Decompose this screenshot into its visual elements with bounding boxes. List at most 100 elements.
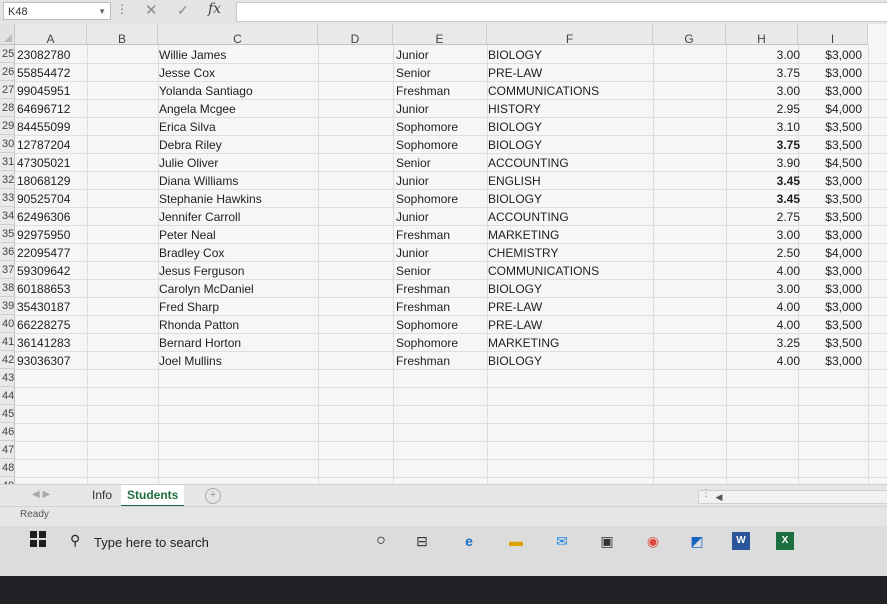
photos-icon[interactable]: ◩ bbox=[688, 532, 706, 550]
cortana-icon[interactable]: ○ bbox=[372, 532, 390, 550]
tab-scroll-icon[interactable]: ◀ ▶ bbox=[32, 489, 50, 500]
more-options-icon[interactable]: ⋮ bbox=[116, 2, 128, 16]
row-header[interactable]: 37 bbox=[0, 261, 15, 279]
cell-e[interactable]: Sophomore bbox=[396, 136, 486, 154]
cell-c[interactable]: Willie James bbox=[159, 46, 339, 64]
row-header[interactable]: 32 bbox=[0, 171, 15, 189]
cell-a[interactable]: 60188653 bbox=[15, 280, 102, 298]
column-header-e[interactable]: E bbox=[393, 24, 487, 46]
cell-a[interactable]: 55854472 bbox=[15, 64, 102, 82]
row-header[interactable]: 49 bbox=[0, 477, 15, 484]
chrome-icon[interactable]: ◉ bbox=[644, 532, 662, 550]
cell-a[interactable]: 92975950 bbox=[15, 226, 102, 244]
cell-h[interactable]: 4.00 bbox=[728, 262, 800, 280]
cell-i[interactable]: $4,000 bbox=[800, 244, 862, 262]
cell-f[interactable]: ACCOUNTING bbox=[488, 154, 658, 172]
cell-e[interactable]: Freshman bbox=[396, 82, 486, 100]
cell-f[interactable]: BIOLOGY bbox=[488, 352, 658, 370]
cell-a[interactable]: 84455099 bbox=[15, 118, 102, 136]
cell-c[interactable]: Stephanie Hawkins bbox=[159, 190, 339, 208]
cell-c[interactable]: Debra Riley bbox=[159, 136, 339, 154]
row-header[interactable]: 39 bbox=[0, 297, 15, 315]
row-header[interactable]: 42 bbox=[0, 351, 15, 369]
cell-h[interactable]: 3.00 bbox=[728, 280, 800, 298]
cell-a[interactable]: 36141283 bbox=[15, 334, 102, 352]
windows-start-icon[interactable] bbox=[30, 531, 46, 547]
cell-c[interactable]: Julie Oliver bbox=[159, 154, 339, 172]
scroll-left-icon[interactable]: ◀ bbox=[713, 491, 725, 503]
cell-f[interactable]: COMMUNICATIONS bbox=[488, 262, 658, 280]
cell-a[interactable]: 64696712 bbox=[15, 100, 102, 118]
cell-e[interactable]: Sophomore bbox=[396, 334, 486, 352]
cell-h[interactable]: 4.00 bbox=[728, 352, 800, 370]
confirm-edit-icon[interactable]: ✓ bbox=[177, 2, 189, 19]
cell-c[interactable]: Erica Silva bbox=[159, 118, 339, 136]
store-icon[interactable]: ▣ bbox=[598, 532, 616, 550]
cell-f[interactable]: BIOLOGY bbox=[488, 46, 658, 64]
cell-c[interactable]: Rhonda Patton bbox=[159, 316, 339, 334]
cell-e[interactable]: Freshman bbox=[396, 280, 486, 298]
cell-f[interactable]: BIOLOGY bbox=[488, 136, 658, 154]
row-header[interactable]: 40 bbox=[0, 315, 15, 333]
row-header[interactable]: 36 bbox=[0, 243, 15, 261]
cell-h[interactable]: 3.00 bbox=[728, 226, 800, 244]
column-header-d[interactable]: D bbox=[318, 24, 393, 46]
cell-h[interactable]: 3.10 bbox=[728, 118, 800, 136]
cell-e[interactable]: Senior bbox=[396, 64, 486, 82]
cell-e[interactable]: Freshman bbox=[396, 298, 486, 316]
row-header[interactable]: 28 bbox=[0, 99, 15, 117]
cell-h[interactable]: 3.90 bbox=[728, 154, 800, 172]
cell-a[interactable]: 22095477 bbox=[15, 244, 102, 262]
row-header[interactable]: 27 bbox=[0, 81, 15, 99]
cell-h[interactable]: 2.95 bbox=[728, 100, 800, 118]
cell-h[interactable]: 3.75 bbox=[728, 136, 800, 154]
mail-icon[interactable]: ✉ bbox=[553, 532, 571, 550]
cell-h[interactable]: 3.45 bbox=[728, 172, 800, 190]
row-header[interactable]: 45 bbox=[0, 405, 15, 423]
cell-i[interactable]: $3,500 bbox=[800, 118, 862, 136]
cell-h[interactable]: 2.50 bbox=[728, 244, 800, 262]
cell-f[interactable]: CHEMISTRY bbox=[488, 244, 658, 262]
horizontal-scrollbar[interactable]: ⋮ ◀ bbox=[698, 488, 887, 504]
cell-e[interactable]: Junior bbox=[396, 46, 486, 64]
cell-a[interactable]: 47305021 bbox=[15, 154, 102, 172]
cell-e[interactable]: Junior bbox=[396, 208, 486, 226]
file-explorer-icon[interactable]: ▬ bbox=[507, 532, 525, 550]
cell-a[interactable]: 18068129 bbox=[15, 172, 102, 190]
cell-e[interactable]: Junior bbox=[396, 172, 486, 190]
cell-c[interactable]: Bradley Cox bbox=[159, 244, 339, 262]
cell-i[interactable]: $3,000 bbox=[800, 280, 862, 298]
cell-f[interactable]: PRE-LAW bbox=[488, 316, 658, 334]
cell-i[interactable]: $4,000 bbox=[800, 100, 862, 118]
cell-f[interactable]: BIOLOGY bbox=[488, 280, 658, 298]
row-header[interactable]: 44 bbox=[0, 387, 15, 405]
cell-e[interactable]: Sophomore bbox=[396, 316, 486, 334]
cell-h[interactable]: 3.45 bbox=[728, 190, 800, 208]
cell-e[interactable]: Senior bbox=[396, 262, 486, 280]
cell-c[interactable]: Diana Williams bbox=[159, 172, 339, 190]
edge-browser-icon[interactable]: e bbox=[460, 532, 478, 550]
cell-f[interactable]: BIOLOGY bbox=[488, 118, 658, 136]
cell-h[interactable]: 4.00 bbox=[728, 316, 800, 334]
task-view-icon[interactable]: ⊟ bbox=[413, 532, 431, 550]
column-header-b[interactable]: B bbox=[87, 24, 158, 46]
cell-a[interactable]: 90525704 bbox=[15, 190, 102, 208]
cell-i[interactable]: $4,500 bbox=[800, 154, 862, 172]
cell-f[interactable]: ENGLISH bbox=[488, 172, 658, 190]
row-header[interactable]: 35 bbox=[0, 225, 15, 243]
column-header-a[interactable]: A bbox=[15, 24, 87, 46]
cell-i[interactable]: $3,000 bbox=[800, 352, 862, 370]
column-header-i[interactable]: I bbox=[798, 24, 868, 46]
row-header[interactable]: 48 bbox=[0, 459, 15, 477]
cell-i[interactable]: $3,000 bbox=[800, 82, 862, 100]
column-header-c[interactable]: C bbox=[158, 24, 318, 46]
cell-h[interactable]: 3.25 bbox=[728, 334, 800, 352]
row-header[interactable]: 25 bbox=[0, 45, 15, 63]
cell-i[interactable]: $3,000 bbox=[800, 46, 862, 64]
cell-f[interactable]: MARKETING bbox=[488, 226, 658, 244]
row-header[interactable]: 41 bbox=[0, 333, 15, 351]
cell-e[interactable]: Sophomore bbox=[396, 118, 486, 136]
cell-f[interactable]: PRE-LAW bbox=[488, 64, 658, 82]
cell-i[interactable]: $3,000 bbox=[800, 262, 862, 280]
cell-f[interactable]: ACCOUNTING bbox=[488, 208, 658, 226]
